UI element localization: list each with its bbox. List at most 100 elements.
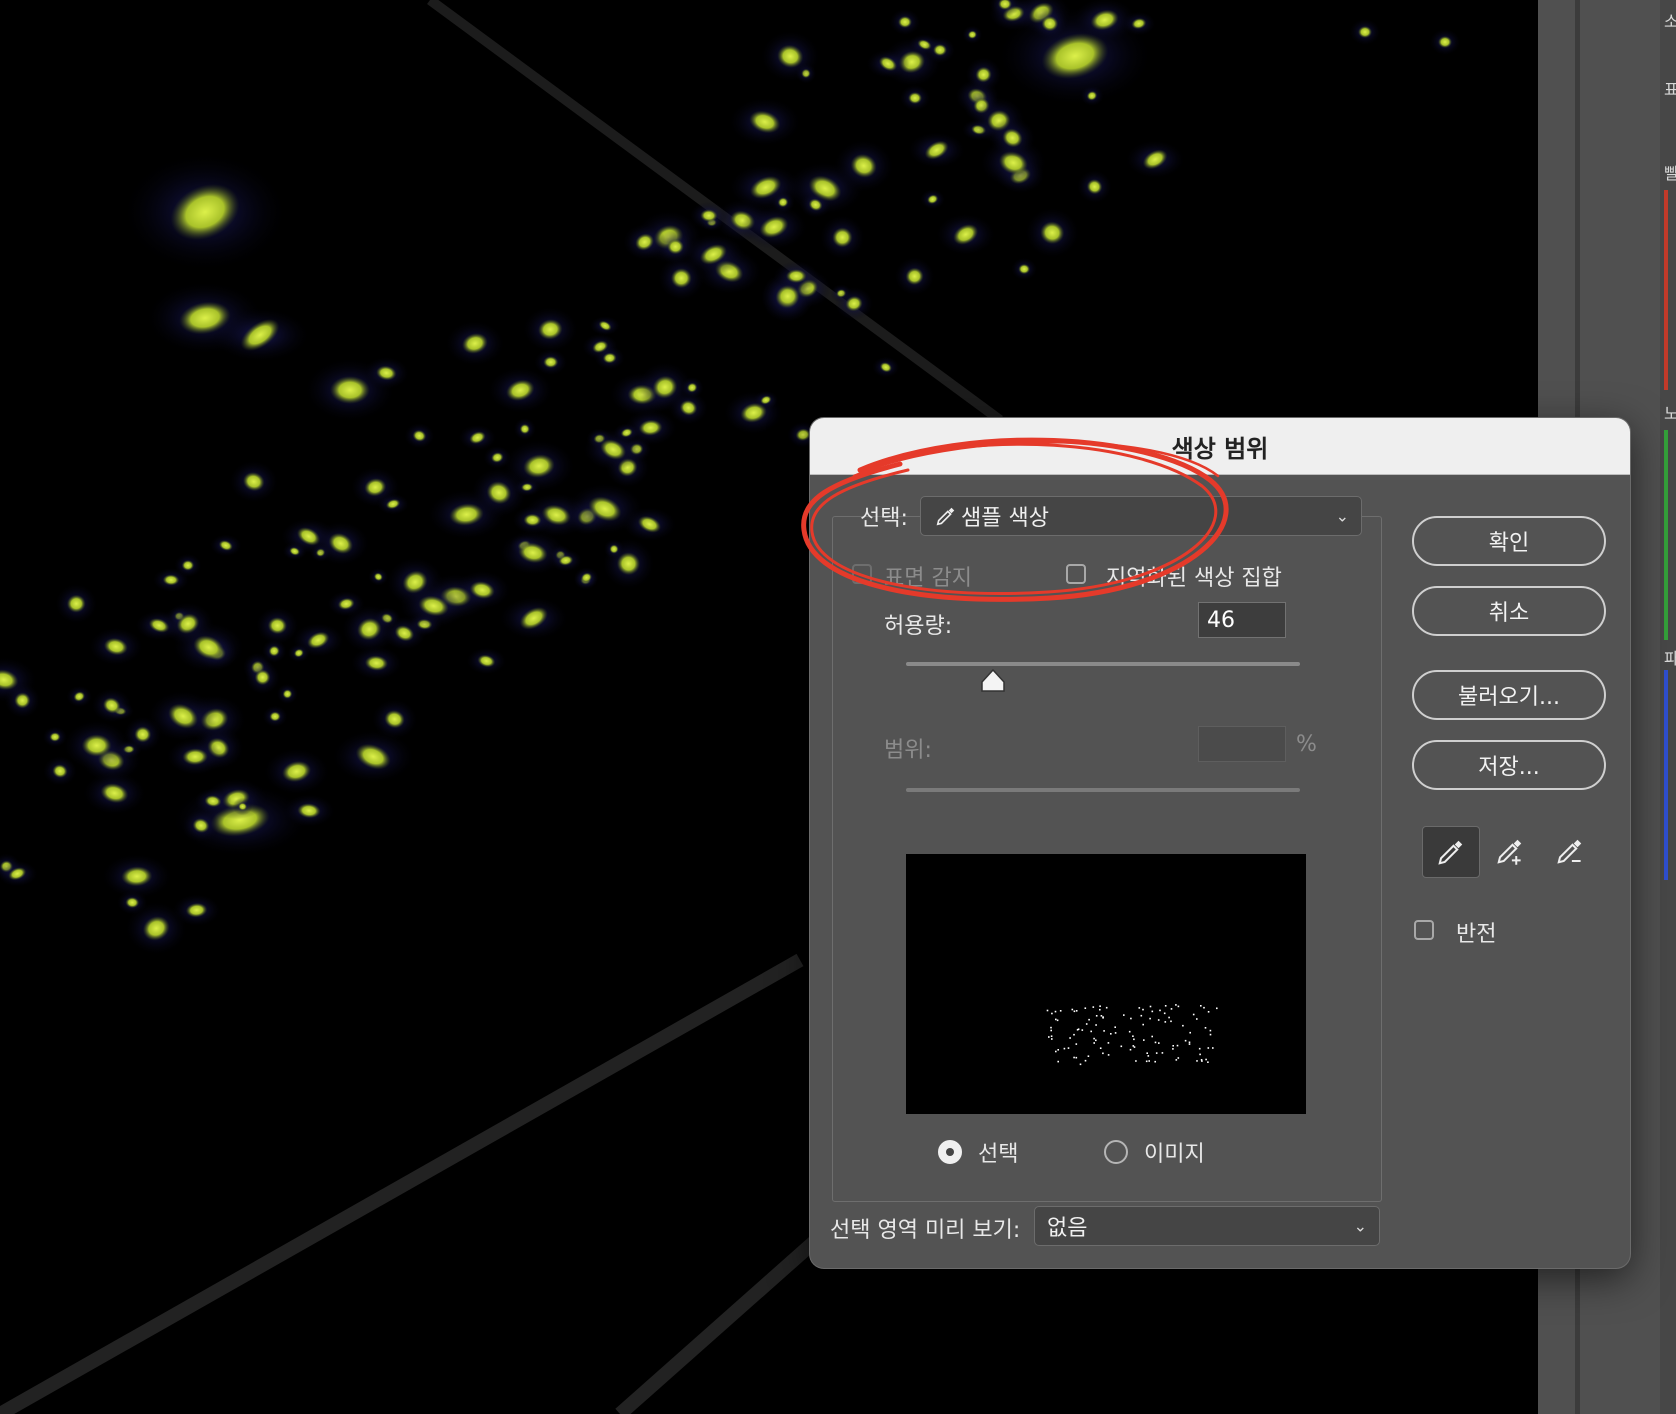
mask-speck: [1192, 1013, 1195, 1016]
mask-speck: [1188, 1041, 1191, 1044]
ok-button[interactable]: 확인: [1412, 516, 1606, 566]
mask-speck: [1073, 1056, 1075, 1059]
mask-speck: [1050, 1035, 1053, 1037]
eyedropper-icon: [1438, 840, 1463, 865]
mask-speck: [1051, 1012, 1053, 1015]
mask-speck: [1129, 1048, 1132, 1051]
mask-speck: [1157, 1019, 1160, 1021]
selection-preview-label: 선택 영역 미리 보기:: [830, 1218, 1021, 1243]
chevron-down-icon: ⌄: [1353, 1216, 1367, 1236]
mask-speck: [1161, 1052, 1164, 1054]
fuzziness-slider-thumb[interactable]: [980, 668, 1006, 694]
fuzziness-slider-track[interactable]: [906, 662, 1300, 666]
fluorescent-spot: [1438, 36, 1452, 48]
save-button[interactable]: 저장...: [1412, 740, 1606, 790]
view-image-radio[interactable]: [1104, 1140, 1128, 1164]
mask-speck: [1135, 1060, 1137, 1062]
mask-speck: [1155, 1052, 1158, 1054]
range-label: 범위:: [884, 738, 932, 763]
add-to-sample-tool[interactable]: [1482, 826, 1538, 876]
mask-speck: [1140, 1014, 1143, 1017]
invert-checkbox[interactable]: [1414, 920, 1434, 940]
mask-speck: [1138, 1007, 1141, 1009]
mask-speck: [1209, 1033, 1212, 1036]
mask-speck: [1151, 1010, 1154, 1013]
mask-speck: [1107, 1054, 1110, 1056]
mask-speck: [1102, 1016, 1104, 1018]
mask-speck: [1177, 1005, 1180, 1008]
mask-speck: [1164, 1021, 1167, 1023]
mask-speck: [1184, 1039, 1187, 1042]
histogram-blue-bar: [1664, 670, 1668, 880]
mask-speck: [1088, 1018, 1090, 1021]
mask-speck: [1154, 1060, 1156, 1063]
mask-speck: [1204, 1027, 1207, 1029]
mask-speck: [1148, 1060, 1150, 1062]
mask-speck: [1123, 1014, 1125, 1016]
subtract-from-sample-tool[interactable]: [1542, 826, 1598, 876]
mask-speck: [1168, 1016, 1170, 1019]
mask-speck: [1103, 1030, 1105, 1032]
mask-speck: [1145, 1060, 1148, 1063]
mask-speck: [1073, 1010, 1076, 1013]
mask-speck: [1175, 1059, 1178, 1061]
mask-speck: [1199, 1053, 1201, 1056]
mask-speck: [1090, 1030, 1092, 1033]
mask-speck: [1207, 1061, 1209, 1063]
view-selection-radio[interactable]: [938, 1140, 962, 1164]
mask-speck: [1105, 1006, 1108, 1009]
mask-speck: [1128, 1030, 1131, 1033]
load-button[interactable]: 불러오기...: [1412, 670, 1606, 720]
selection-preview-value: 없음: [1047, 1216, 1088, 1241]
mask-speck: [1216, 1007, 1218, 1010]
range-slider-track[interactable]: [906, 788, 1300, 792]
eyedropper-plus-icon: [1497, 839, 1522, 865]
selection-preview[interactable]: [906, 854, 1306, 1114]
mask-speck: [1200, 1059, 1203, 1061]
selection-preview-dropdown[interactable]: 없음 ⌄: [1034, 1206, 1380, 1246]
mask-speck: [1207, 1011, 1210, 1013]
mask-speck: [1149, 1005, 1152, 1008]
mask-speck: [1132, 1045, 1135, 1047]
mask-speck: [1051, 1038, 1053, 1040]
mask-speck: [1176, 1044, 1179, 1047]
mask-speck: [1209, 1029, 1212, 1032]
eyedropper-tool[interactable]: [1422, 826, 1480, 878]
streak: [0, 953, 804, 1414]
fluorescent-spot: [543, 356, 559, 369]
cancel-button[interactable]: 취소: [1412, 586, 1606, 636]
mask-speck: [1092, 1006, 1095, 1008]
mask-speck: [1075, 1010, 1078, 1012]
fluorescent-spot: [898, 16, 912, 28]
panel-label-3: 빨: [1664, 164, 1676, 183]
mask-speck: [1114, 1032, 1117, 1034]
view-image-label: 이미지: [1144, 1142, 1205, 1167]
mask-speck: [1158, 1042, 1160, 1044]
mask-speck: [1200, 1005, 1202, 1007]
mask-speck: [1151, 1035, 1153, 1038]
panel-label-5: 파: [1664, 649, 1676, 668]
range-field[interactable]: [1198, 726, 1286, 762]
mask-speck: [1095, 1015, 1098, 1017]
mask-speck: [1055, 1018, 1057, 1021]
mask-speck: [1057, 1060, 1059, 1063]
mask-speck: [1142, 1023, 1144, 1026]
mask-speck: [1196, 1060, 1198, 1062]
mask-speck: [1170, 1008, 1173, 1010]
mask-speck: [1093, 1042, 1095, 1044]
chevron-down-icon: ⌄: [1335, 506, 1349, 526]
mask-speck: [1120, 1045, 1123, 1048]
mask-speck: [1054, 1010, 1057, 1013]
mask-speck: [1057, 1049, 1059, 1051]
mask-speck: [1172, 1048, 1174, 1050]
mask-speck: [1093, 1037, 1095, 1040]
mask-speck: [1177, 1057, 1180, 1059]
mask-speck: [1048, 1036, 1050, 1038]
fluorescent-spot: [1358, 26, 1372, 38]
mask-speck: [1198, 1047, 1201, 1050]
mask-speck: [1196, 1018, 1198, 1020]
mask-speck: [1172, 1045, 1174, 1047]
view-selection-label: 선택: [978, 1142, 1019, 1167]
mask-speck: [1130, 1017, 1132, 1020]
mask-speck: [1099, 1047, 1102, 1049]
